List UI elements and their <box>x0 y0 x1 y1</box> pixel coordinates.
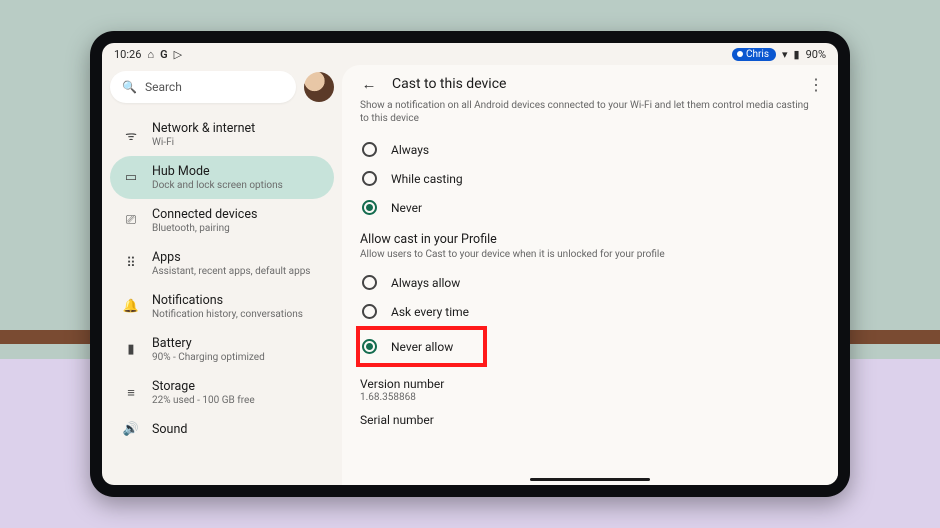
sidebar-item-title: Apps <box>152 250 310 265</box>
search-icon: 🔍 <box>122 80 137 94</box>
section-allow-cast-sub: Allow users to Cast to your device when … <box>360 249 820 260</box>
sidebar-icon: ⎚ <box>122 213 140 228</box>
page-subtitle: Show a notification on all Android devic… <box>360 99 820 125</box>
back-button[interactable]: ← <box>360 75 378 93</box>
radio-icon <box>362 142 377 157</box>
sidebar-item-notifications[interactable]: 🔔 NotificationsNotification history, conv… <box>110 285 334 328</box>
radio-label: Always allow <box>391 276 460 290</box>
sidebar-item-title: Hub Mode <box>152 164 283 179</box>
version-number-label[interactable]: Version number <box>360 377 820 391</box>
sidebar-item-sub: Dock and lock screen options <box>152 180 283 191</box>
sidebar-icon: ▮ <box>122 342 140 357</box>
cast-notification-option-while-casting[interactable]: While casting <box>360 164 820 193</box>
page-title: Cast to this device <box>392 76 506 92</box>
nav-home-bar[interactable] <box>530 478 650 481</box>
radio-label: Never allow <box>391 340 453 354</box>
search-placeholder: Search <box>145 80 182 94</box>
sidebar-item-title: Sound <box>152 422 187 437</box>
sidebar-item-sub: 90% - Charging optimized <box>152 352 265 363</box>
radio-label: Ask every time <box>391 305 469 319</box>
screen: 10:26 ⌂ G ▷ Chris ▾ ▮ 90% 🔍 <box>102 43 838 485</box>
radio-icon <box>362 171 377 186</box>
radio-label: While casting <box>391 172 463 186</box>
sidebar-item-hub-mode[interactable]: ▭ Hub ModeDock and lock screen options <box>110 156 334 199</box>
sidebar-item-title: Storage <box>152 379 255 394</box>
sidebar-item-title: Battery <box>152 336 265 351</box>
detail-pane: ⋮ ← Cast to this device Show a notificat… <box>342 65 838 485</box>
sidebar-item-battery[interactable]: ▮ Battery90% - Charging optimized <box>110 328 334 371</box>
radio-label: Always <box>391 143 429 157</box>
sidebar-item-sub: Notification history, conversations <box>152 309 303 320</box>
sidebar-icon: ▭ <box>122 170 140 185</box>
sidebar-item-sub: Wi-Fi <box>152 137 255 148</box>
sidebar-item-sound[interactable]: 🔊 Sound <box>110 414 334 445</box>
sidebar-item-sub: Bluetooth, pairing <box>152 223 257 234</box>
search-input[interactable]: 🔍 Search <box>110 71 296 103</box>
sidebar-item-connected-devices[interactable]: ⎚ Connected devicesBluetooth, pairing <box>110 199 334 242</box>
sidebar-item-title: Network & internet <box>152 121 255 136</box>
avatar[interactable] <box>304 72 334 102</box>
serial-number-label[interactable]: Serial number <box>360 413 820 427</box>
overflow-menu-icon[interactable]: ⋮ <box>808 75 824 94</box>
highlight-box: Never allow <box>356 326 487 367</box>
sidebar-icon: ⠿ <box>122 256 140 271</box>
sidebar-item-sub: 22% used - 100 GB free <box>152 395 255 406</box>
allow-cast-profile-option-ask-every-time[interactable]: Ask every time <box>360 297 820 326</box>
cast-notification-option-always[interactable]: Always <box>360 135 820 164</box>
cast-notification-option-never[interactable]: Never <box>360 193 820 222</box>
google-icon: G <box>160 48 168 61</box>
radio-icon <box>362 275 377 290</box>
section-allow-cast-title: Allow cast in your Profile <box>360 232 820 247</box>
user-dot-icon <box>737 51 743 57</box>
sidebar-item-title: Connected devices <box>152 207 257 222</box>
home-icon: ⌂ <box>147 48 154 61</box>
radio-icon <box>362 339 377 354</box>
radio-icon <box>362 304 377 319</box>
user-pill[interactable]: Chris <box>732 48 776 61</box>
radio-icon <box>362 200 377 215</box>
sidebar-item-sub: Assistant, recent apps, default apps <box>152 266 310 277</box>
settings-sidebar: 🔍 Search ᯤ Network & internetWi-Fi ▭ Hub Mo… <box>102 65 342 485</box>
user-pill-label: Chris <box>746 49 769 60</box>
wifi-icon: ▾ <box>782 48 788 61</box>
play-icon: ▷ <box>174 48 182 61</box>
allow-cast-profile-option-never-allow[interactable]: Never allow <box>360 332 455 361</box>
sidebar-icon: ≡ <box>122 385 140 401</box>
sidebar-item-network-internet[interactable]: ᯤ Network & internetWi-Fi <box>110 113 334 156</box>
version-number-value: 1.68.358868 <box>360 392 820 403</box>
allow-cast-profile-option-always-allow[interactable]: Always allow <box>360 268 820 297</box>
sidebar-item-storage[interactable]: ≡ Storage22% used - 100 GB free <box>110 371 334 414</box>
sidebar-item-title: Notifications <box>152 293 303 308</box>
sidebar-icon: 🔊 <box>122 422 140 437</box>
tablet-frame: 10:26 ⌂ G ▷ Chris ▾ ▮ 90% 🔍 <box>90 31 850 497</box>
sidebar-icon: 🔔 <box>122 299 140 314</box>
status-bar: 10:26 ⌂ G ▷ Chris ▾ ▮ 90% <box>102 43 838 65</box>
sidebar-item-apps[interactable]: ⠿ AppsAssistant, recent apps, default app… <box>110 242 334 285</box>
radio-label: Never <box>391 201 422 215</box>
status-time: 10:26 <box>114 48 141 61</box>
sidebar-icon: ᯤ <box>122 126 140 144</box>
battery-icon: ▮ <box>794 48 800 61</box>
battery-percent: 90% <box>806 48 826 61</box>
